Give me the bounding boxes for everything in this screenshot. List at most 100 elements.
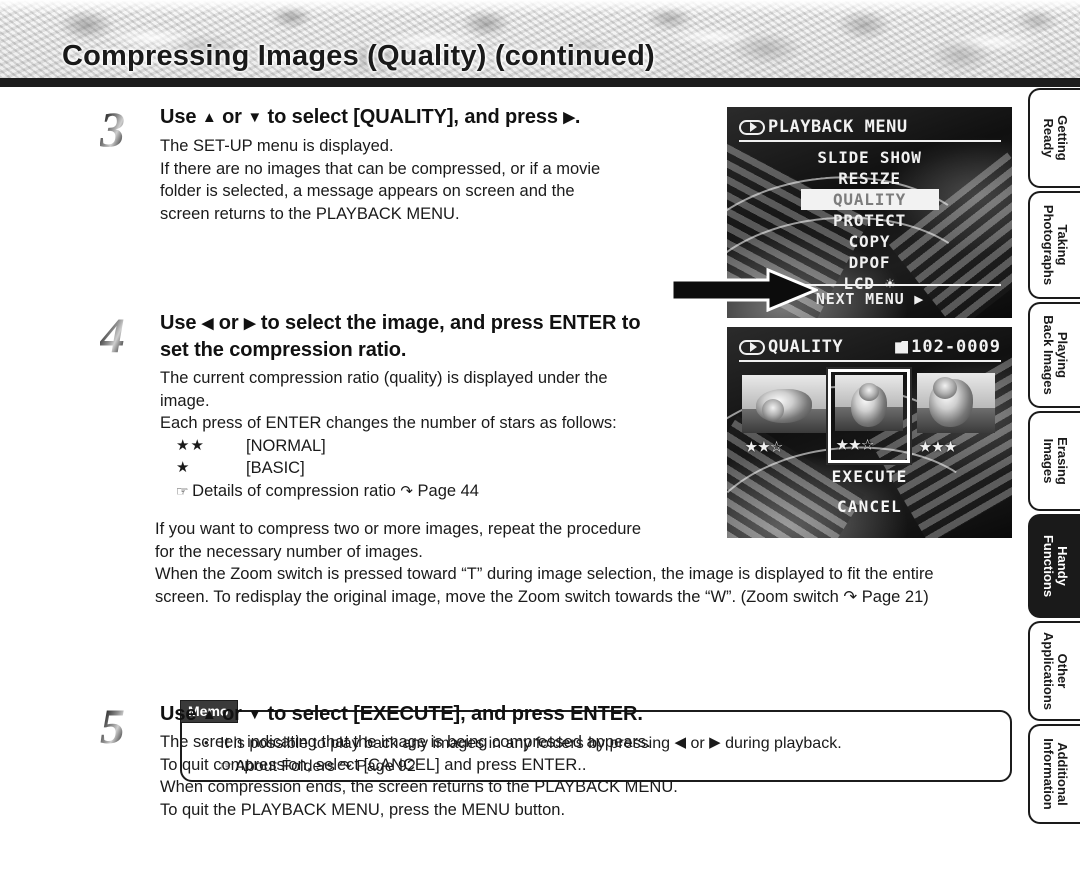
ratio-name-basic: [BASIC] xyxy=(246,459,305,477)
dpad-up-icon: ▲ xyxy=(201,109,217,126)
step-5-line-1: The screen indicating that the image is … xyxy=(160,733,651,751)
ratio-row-normal: ★★ [NORMAL] xyxy=(160,435,640,458)
quality-stars-previous: ★★☆ xyxy=(745,433,783,457)
step-4-heading-part: to select the image, and press ENTER to xyxy=(255,312,641,334)
header-rule-divider xyxy=(0,78,1080,87)
sidebar-tab-label: Other Applications xyxy=(1041,631,1070,711)
dpad-down-icon: ▼ xyxy=(247,706,263,723)
sidebar-tab-taking-photographs[interactable]: Taking Photographs xyxy=(1028,191,1080,299)
quality-execute-button[interactable]: EXECUTE xyxy=(727,467,1012,486)
sidebar-tab-other-applications[interactable]: Other Applications xyxy=(1028,621,1080,721)
dpad-left-icon: ◀ xyxy=(201,315,214,332)
section-tabs-sidebar: Getting Ready Taking Photographs Playing Ba… xyxy=(1028,88,1080,824)
step-4-cross-reference: ☞ Details of compression ratio ↷ Page 44 xyxy=(160,480,640,503)
step-4-note-line-3: When the Zoom switch is pressed toward “… xyxy=(155,565,934,583)
step-5-heading-part: to select [EXECUTE], and press ENTER. xyxy=(262,703,643,725)
sidebar-tab-handy-functions[interactable]: Handy Functions xyxy=(1028,514,1080,618)
folder-icon xyxy=(895,340,909,354)
step-5-line-3: When compression ends, the screen return… xyxy=(160,778,678,796)
lcd-title-row: PLAYBACK MENU xyxy=(739,117,1001,142)
step-5-body: Use ▲ or ▼ to select [EXECUTE], and pres… xyxy=(160,701,678,821)
ratio-row-basic: ★ [BASIC] xyxy=(160,457,640,480)
sidebar-tab-label: Additional Information xyxy=(1041,738,1070,810)
step-4-heading-part: Use xyxy=(160,312,202,334)
goto-arrow-icon: ↷ xyxy=(400,481,413,500)
step-5-line-2: To quit compression, select [CANCEL] and… xyxy=(160,755,587,774)
step-3-line-2: If there are no images that can be compr… xyxy=(160,159,601,178)
memo-text-part: during playback. xyxy=(720,735,842,752)
menu-item-slide-show[interactable]: SLIDE SHOW xyxy=(727,147,1012,168)
menu-item-copy[interactable]: COPY xyxy=(727,231,1012,252)
step-4-number: 4 xyxy=(100,307,125,363)
step-4-line-3: Each press of ENTER changes the number o… xyxy=(160,414,617,432)
lcd-screen-quality: QUALITY 102-0009 ★★☆ ★★☆ ★★★ EXECUTE CAN… xyxy=(727,327,1012,538)
step-4-note-line-2: for the necessary number of images. xyxy=(155,542,423,561)
lcd-quality-title: QUALITY xyxy=(768,337,844,357)
quality-stars-next: ★★★ xyxy=(919,433,957,457)
sidebar-tab-label: Taking Photographs xyxy=(1041,204,1070,286)
pointing-hand-icon: ☞ xyxy=(176,482,189,499)
ratio-name-normal: [NORMAL] xyxy=(246,436,326,455)
step-3-heading-part: or xyxy=(216,106,248,128)
photo-subject-detail xyxy=(762,399,784,421)
dpad-down-icon: ▼ xyxy=(247,109,263,126)
file-number-display: 102-0009 xyxy=(895,337,1001,357)
page-content: 3 Use ▲ or ▼ to select [QUALITY], and pr… xyxy=(0,88,1018,870)
sidebar-tab-label: Playing Back Images xyxy=(1041,315,1070,395)
sidebar-tab-label: Erasing Images xyxy=(1041,437,1070,485)
step-3-heading-part: to select [QUALITY], and press xyxy=(262,106,564,128)
step-4-reference-page: Page 44 xyxy=(417,481,479,500)
lcd-menu-title: PLAYBACK MENU xyxy=(768,117,908,137)
menu-item-quality[interactable]: QUALITY xyxy=(800,189,939,210)
photo-subject-detail xyxy=(933,377,957,399)
memo-text-part: or xyxy=(686,735,710,752)
step-5-heading-part: Use xyxy=(160,703,202,725)
playback-mode-icon xyxy=(739,119,765,135)
quality-cancel-button[interactable]: CANCEL xyxy=(727,497,1012,516)
step-3-number: 3 xyxy=(100,101,125,157)
playback-mode-icon xyxy=(739,339,765,355)
step-3-line-4: screen returns to the PLAYBACK MENU. xyxy=(160,204,460,223)
sidebar-tab-playing-back-images[interactable]: Playing Back Images xyxy=(1028,302,1080,408)
ratio-stars-normal: ★★ xyxy=(176,436,205,454)
step-3-line-3: folder is selected, a message appears on… xyxy=(160,182,575,200)
page-title: Compressing Images (Quality) (continued) xyxy=(62,40,655,72)
step-4-line-1: The current compression ratio (quality) … xyxy=(160,369,608,387)
sidebar-tab-erasing-images[interactable]: Erasing Images xyxy=(1028,411,1080,511)
photo-subject-detail xyxy=(859,383,879,401)
step-3-heading-part: . xyxy=(574,106,581,128)
dpad-right-icon: ▶ xyxy=(244,315,256,332)
step-4-heading-line2: set the compression ratio. xyxy=(160,339,407,361)
step-5-heading: Use ▲ or ▼ to select [EXECUTE], and pres… xyxy=(160,701,678,728)
sidebar-tab-additional-information[interactable]: Additional Information xyxy=(1028,724,1080,824)
callout-arrow-icon xyxy=(670,268,818,312)
quality-stars-current: ★★☆ xyxy=(836,431,874,455)
step-3-body: Use ▲ or ▼ to select [QUALITY], and pres… xyxy=(160,104,600,225)
step-5-number: 5 xyxy=(100,698,125,754)
step-4-note-line-4: screen. To redisplay the original image,… xyxy=(155,587,929,606)
thumbnail-previous-image[interactable] xyxy=(742,375,826,433)
step-3-heading: Use ▲ or ▼ to select [QUALITY], and pres… xyxy=(160,104,600,131)
sidebar-tab-getting-ready[interactable]: Getting Ready xyxy=(1028,88,1080,188)
page-header-banner: Compressing Images (Quality) (continued) xyxy=(0,0,1080,87)
step-3-line-1: The SET-UP menu is displayed. xyxy=(160,137,394,155)
dpad-right-icon: ▶ xyxy=(563,109,575,126)
thumbnail-current-image[interactable] xyxy=(835,375,903,431)
header-top-fade xyxy=(0,0,1080,14)
step-4-line-2: image. xyxy=(160,391,210,410)
step-3-heading-part: Use xyxy=(160,106,202,128)
dpad-up-icon: ▲ xyxy=(201,706,217,723)
dpad-right-icon: ▶ xyxy=(709,734,721,751)
step-5-line-4: To quit the PLAYBACK MENU, press the MEN… xyxy=(160,800,566,819)
menu-item-protect[interactable]: PROTECT xyxy=(727,210,1012,231)
thumbnail-next-image[interactable] xyxy=(917,373,995,433)
lcd-title-row: QUALITY 102-0009 xyxy=(739,337,1001,362)
manual-page: Compressing Images (Quality) (continued)… xyxy=(0,0,1080,870)
menu-item-resize[interactable]: RESIZE xyxy=(727,168,1012,189)
sidebar-tab-label: Handy Functions xyxy=(1041,534,1070,598)
step-4-heading-part: or xyxy=(213,312,245,334)
file-number-value: 102-0009 xyxy=(911,337,1001,357)
step-4-heading: Use ◀ or ▶ to select the image, and pres… xyxy=(160,310,641,337)
step-4-body: Use ◀ or ▶ to select the image, and pres… xyxy=(160,310,641,503)
step-4-reference-text: Details of compression ratio xyxy=(192,481,396,500)
